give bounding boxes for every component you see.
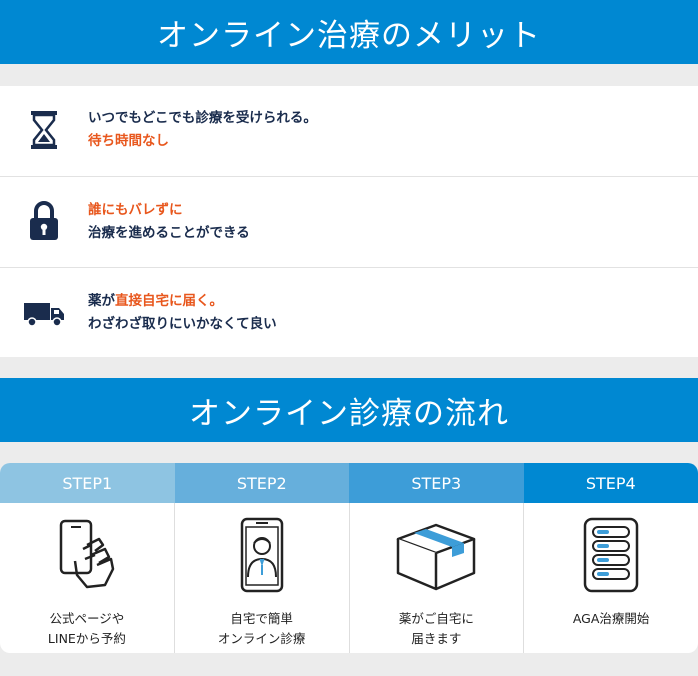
step-caption-line1: 薬がご自宅に (398, 611, 474, 626)
flow-steps: STEP1 STEP2 STEP3 STEP4 公式ページや LINEから予約 (0, 463, 698, 653)
doctor-phone-icon (240, 517, 283, 593)
step-caption-line1: 自宅で簡単 (230, 611, 293, 626)
merit-text-main: 薬が直接自宅に届く。 (88, 290, 277, 313)
hourglass-icon (22, 108, 66, 152)
step-caption-line1: AGA治療開始 (572, 611, 650, 626)
step-4: AGA治療開始 (523, 503, 698, 653)
merit-item-privacy: 誰にもバレずに 治療を進めることができる (0, 176, 698, 267)
package-box-icon (397, 523, 476, 591)
flow-banner: オンライン診療の流れ (0, 378, 698, 442)
merits-title: オンライン治療のメリット (157, 17, 541, 54)
flow-title: オンライン診療の流れ (189, 395, 509, 432)
step-1: 公式ページや LINEから予約 (0, 503, 174, 653)
step-caption-line2: LINEから予約 (47, 631, 126, 646)
step-tab-3: STEP3 (349, 463, 524, 503)
merits-banner: オンライン治療のメリット (0, 0, 698, 64)
merits-list: いつでもどこでも診療を受けられる。 待ち時間なし 誰にもバレずに 治療を進めるこ… (0, 86, 698, 357)
lock-icon (22, 199, 66, 243)
smartphone-hand-icon (59, 519, 115, 589)
pill-pack-icon (583, 517, 639, 593)
merit-item-anytime: いつでもどこでも診療を受けられる。 待ち時間なし (0, 86, 698, 176)
merit-text-main: いつでもどこでも診療を受けられる。 (88, 110, 317, 126)
step-tab-4: STEP4 (523, 463, 698, 503)
truck-icon (22, 292, 66, 336)
step-caption-line2: オンライン診療 (217, 631, 306, 646)
step-tab-2: STEP2 (174, 463, 349, 503)
merit-text-main-a: 薬が (88, 293, 115, 309)
merit-text-sub: 待ち時間なし (88, 133, 169, 149)
step-caption-line2: 届きます (411, 631, 462, 646)
step-2: 自宅で簡単 オンライン診療 (173, 503, 349, 653)
merit-text-main: 誰にもバレずに (88, 202, 183, 218)
merit-text-sub: わざわざ取りにいかなくて良い (88, 316, 277, 332)
step-3: 薬がご自宅に 届きます (348, 503, 524, 653)
merit-item-delivery: 薬が直接自宅に届く。 わざわざ取りにいかなくて良い (0, 267, 698, 358)
merit-text-main-b: 直接自宅に届く。 (115, 293, 223, 309)
step-caption-line1: 公式ページや (49, 611, 125, 626)
step-tab-1: STEP1 (0, 463, 175, 503)
merit-text-sub: 治療を進めることができる (88, 225, 250, 241)
